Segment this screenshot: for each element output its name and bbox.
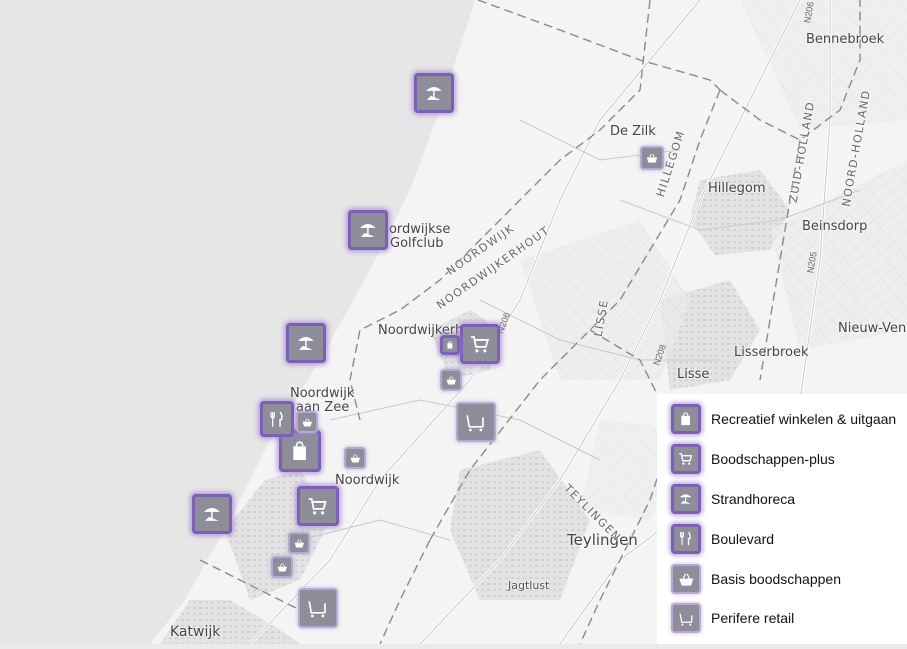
map-marker-strandhoreca-3[interactable] [286,323,326,363]
shopping-cart-icon [309,498,328,515]
basket-icon [277,563,287,572]
place-label-noordwijk-aan-zee-line1: Noordwijk [290,386,355,401]
basket-icon [294,539,304,548]
legend-item-boodschappen-plus: Boodschappen-plus [671,442,835,476]
place-label-noordwijkse-golfclub-line2: Golfclub [390,236,444,251]
legend-label: Recreatief winkelen & uitgaan [711,411,897,427]
shopping-bag-icon [293,441,307,461]
beach-umbrella-icon [298,337,314,350]
place-label-noordwijk: Noordwijk [335,473,400,488]
map-marker-basis-boodschappen-5[interactable] [288,532,310,554]
basket-icon [446,376,456,385]
place-label-teylingen: Teylingen [567,531,638,549]
map-marker-basis-boodschappen-4[interactable] [344,447,366,469]
place-label-beinsdorp: Beinsdorp [802,219,868,234]
trolley-icon [671,603,701,633]
map-marker-basis-boodschappen-3[interactable] [296,411,318,433]
place-label-hillegom: Hillegom [708,181,766,196]
basket-icon [646,153,658,163]
place-label-noordwijkse-golfclub-line1: oordwijkse [381,222,451,237]
legend-label: Basis boodschappen [711,571,841,587]
trolley-icon [308,601,327,618]
basket-icon [302,418,312,427]
basket-icon [671,564,701,594]
fork-knife-icon [671,524,701,554]
place-label-lisse: Lisse [677,367,710,382]
basket-icon [350,454,360,463]
map-marker-boodschappen-plus-1[interactable] [460,324,500,364]
legend-label: Strandhoreca [711,491,796,507]
legend-item-strandhoreca: Strandhoreca [671,482,795,516]
trolley-icon [466,415,485,432]
place-label-nieuw-vennep: Nieuw-Venn [838,321,907,336]
beach-umbrella-icon [671,484,701,514]
shopping-bag-icon [671,404,701,434]
shopping-cart-icon [671,444,701,474]
fork-knife-icon [270,411,283,427]
legend-item-boulevard: Boulevard [671,522,774,556]
legend-item-basis-boodschappen: Basis boodschappen [671,562,841,596]
beach-umbrella-icon [426,87,442,100]
map-marker-strandhoreca-4[interactable] [192,494,232,534]
map-legend: Recreatief winkelen & uitgaan Boodschapp… [657,394,907,644]
shopping-cart-icon [471,336,490,353]
legend-label: Perifere retail [711,610,795,626]
beach-umbrella-icon [360,224,376,237]
legend-label: Boodschappen-plus [711,451,835,467]
place-label-bennebroek: Bennebroek [806,32,885,47]
place-label-lisserbroek: Lisserbroek [734,345,809,360]
map-marker-perifere-retail-1[interactable] [456,402,496,442]
place-label-jagtlust: Jagtlust [508,579,550,592]
legend-item-recreatief-winkelen: Recreatief winkelen & uitgaan [671,402,896,436]
map-marker-basis-boodschappen-2[interactable] [440,369,462,391]
map-marker-strandhoreca-1[interactable] [414,73,454,113]
map-marker-boodschappen-plus-2[interactable] [297,486,339,526]
beach-umbrella-icon [204,508,220,521]
map-marker-recreatief-winkelen-2[interactable] [440,335,460,355]
legend-label: Boulevard [711,531,775,547]
map-marker-basis-boodschappen-1[interactable] [640,146,664,170]
map-marker-perifere-retail-2[interactable] [298,588,338,628]
legend-item-perifere-retail: Perifere retail [671,601,794,635]
map-marker-strandhoreca-2[interactable] [348,210,388,250]
shopping-bag-icon [447,341,453,349]
place-label-de-zilk: De Zilk [610,124,656,139]
place-label-katwijk: Katwijk [170,624,221,640]
map-marker-basis-boodschappen-6[interactable] [271,556,293,578]
map-marker-boulevard-1[interactable] [260,401,294,437]
